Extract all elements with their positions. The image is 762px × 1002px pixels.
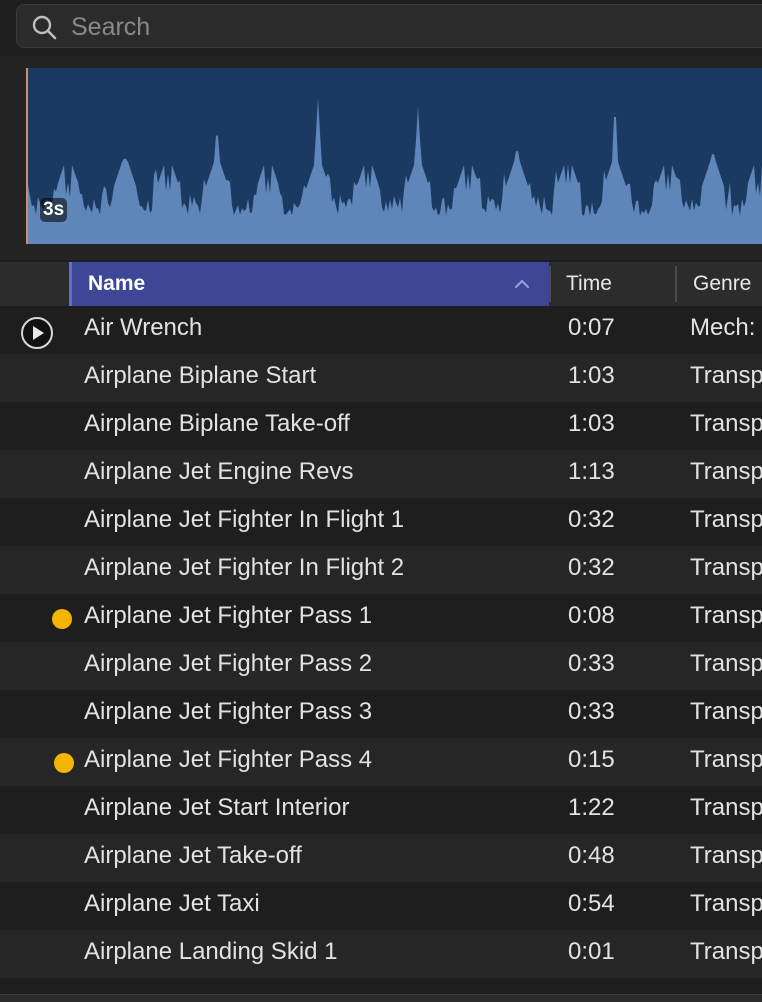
- play-icon[interactable]: [20, 316, 54, 350]
- row-name: Airplane Jet Fighter In Flight 2: [84, 554, 405, 581]
- scrollbar-track[interactable]: [0, 994, 762, 1002]
- row-time: 1:03: [568, 410, 615, 437]
- table-row[interactable]: Airplane Jet Taxi 0:54 Transp: [0, 882, 762, 930]
- row-time: 0:33: [568, 698, 615, 725]
- row-genre: Transp: [690, 506, 762, 533]
- table-row[interactable]: Airplane Jet Take-off 0:48 Transp: [0, 834, 762, 882]
- table-row[interactable]: Airplane Jet Fighter Pass 1 0:08 Transp: [0, 594, 762, 642]
- column-divider[interactable]: [549, 266, 551, 302]
- row-time: 0:48: [568, 842, 615, 869]
- table-row[interactable]: Airplane Jet Start Interior 1:22 Transp: [0, 786, 762, 834]
- row-name: Airplane Jet Taxi: [84, 890, 260, 917]
- name-column-header[interactable]: Name: [69, 262, 549, 306]
- row-genre: Transp: [690, 698, 762, 725]
- name-column-label: Name: [88, 272, 146, 295]
- row-genre: Transp: [690, 650, 762, 677]
- table-row[interactable]: Airplane Jet Fighter Pass 2 0:33 Transp: [0, 642, 762, 690]
- row-genre: Transp: [690, 938, 762, 965]
- marker-dot: [52, 609, 72, 629]
- row-genre: Transp: [690, 554, 762, 581]
- row-time: 0:33: [568, 650, 615, 677]
- waveform-panel: 3s: [0, 56, 762, 260]
- row-time: 0:15: [568, 746, 615, 773]
- table-row[interactable]: Air Wrench 0:07 Mech:: [0, 306, 762, 354]
- table-row[interactable]: Airplane Jet Engine Revs 1:13 Transp: [0, 450, 762, 498]
- time-column-header[interactable]: Time: [566, 272, 612, 296]
- row-name: Airplane Jet Start Interior: [84, 794, 350, 821]
- sound-browser: 3s Name Time Genre Air Wrench0:07Mech:Ai…: [0, 0, 762, 1002]
- search-icon: [32, 15, 57, 40]
- search-field[interactable]: [16, 4, 762, 48]
- sound-list: Air Wrench 0:07 Mech: Airplane Biplane Star…: [0, 306, 762, 996]
- row-time: 0:08: [568, 602, 615, 629]
- row-name: Airplane Landing Skid 1: [84, 938, 338, 965]
- row-name: Airplane Biplane Take-off: [84, 410, 350, 437]
- row-genre: Transp: [690, 746, 762, 773]
- row-time: 0:32: [568, 506, 615, 533]
- search-bar: [0, 0, 762, 56]
- row-name: Airplane Jet Fighter Pass 2: [84, 650, 373, 677]
- row-genre: Transp: [690, 794, 762, 821]
- row-time: 0:54: [568, 890, 615, 917]
- table-row[interactable]: Airplane Jet Fighter Pass 4 0:15 Transp: [0, 738, 762, 786]
- table-row[interactable]: Airplane Jet Fighter Pass 3 0:33 Transp: [0, 690, 762, 738]
- waveform-graph: [28, 97, 762, 244]
- table-row[interactable]: Airplane Biplane Start 1:03 Transp: [0, 354, 762, 402]
- row-time: 1:13: [568, 458, 615, 485]
- row-name: Airplane Jet Fighter Pass 4: [84, 746, 373, 773]
- waveform-display[interactable]: [26, 68, 762, 244]
- row-genre: Transp: [690, 410, 762, 437]
- row-genre: Transp: [690, 842, 762, 869]
- row-genre: Transp: [690, 602, 762, 629]
- row-name: Airplane Biplane Start: [84, 362, 317, 389]
- row-time: 1:03: [568, 362, 615, 389]
- row-name: Airplane Jet Engine Revs: [84, 458, 354, 485]
- column-divider[interactable]: [675, 266, 677, 302]
- duration-badge: 3s: [40, 198, 68, 222]
- table-row[interactable]: Airplane Biplane Take-off 1:03 Transp: [0, 402, 762, 450]
- genre-column-header[interactable]: Genre: [693, 272, 751, 296]
- row-name: Airplane Jet Fighter In Flight 1: [84, 506, 405, 533]
- row-name: Airplane Jet Fighter Pass 3: [84, 698, 373, 725]
- table-row[interactable]: Airplane Landing Skid 1 0:01 Transp: [0, 930, 762, 978]
- sort-ascending-icon: [515, 280, 529, 288]
- row-time: 0:01: [568, 938, 615, 965]
- marker-dot: [54, 753, 74, 773]
- row-time: 0:32: [568, 554, 615, 581]
- row-genre: Mech:: [690, 314, 756, 341]
- waveform-shape: [28, 97, 762, 244]
- table-row[interactable]: Airplane Jet Fighter In Flight 2 0:32 Tran…: [0, 546, 762, 594]
- row-name: Airplane Jet Take-off: [84, 842, 302, 869]
- row-genre: Transp: [690, 890, 762, 917]
- row-time: 0:07: [568, 314, 615, 341]
- table-row[interactable]: Airplane Jet Fighter In Flight 1 0:32 Tran…: [0, 498, 762, 546]
- column-header: Name Time Genre: [0, 262, 762, 306]
- search-input[interactable]: [71, 11, 751, 43]
- row-name: Air Wrench: [84, 314, 203, 341]
- row-name: Airplane Jet Fighter Pass 1: [84, 602, 373, 629]
- row-genre: Transp: [690, 458, 762, 485]
- row-time: 1:22: [568, 794, 615, 821]
- row-genre: Transp: [690, 362, 762, 389]
